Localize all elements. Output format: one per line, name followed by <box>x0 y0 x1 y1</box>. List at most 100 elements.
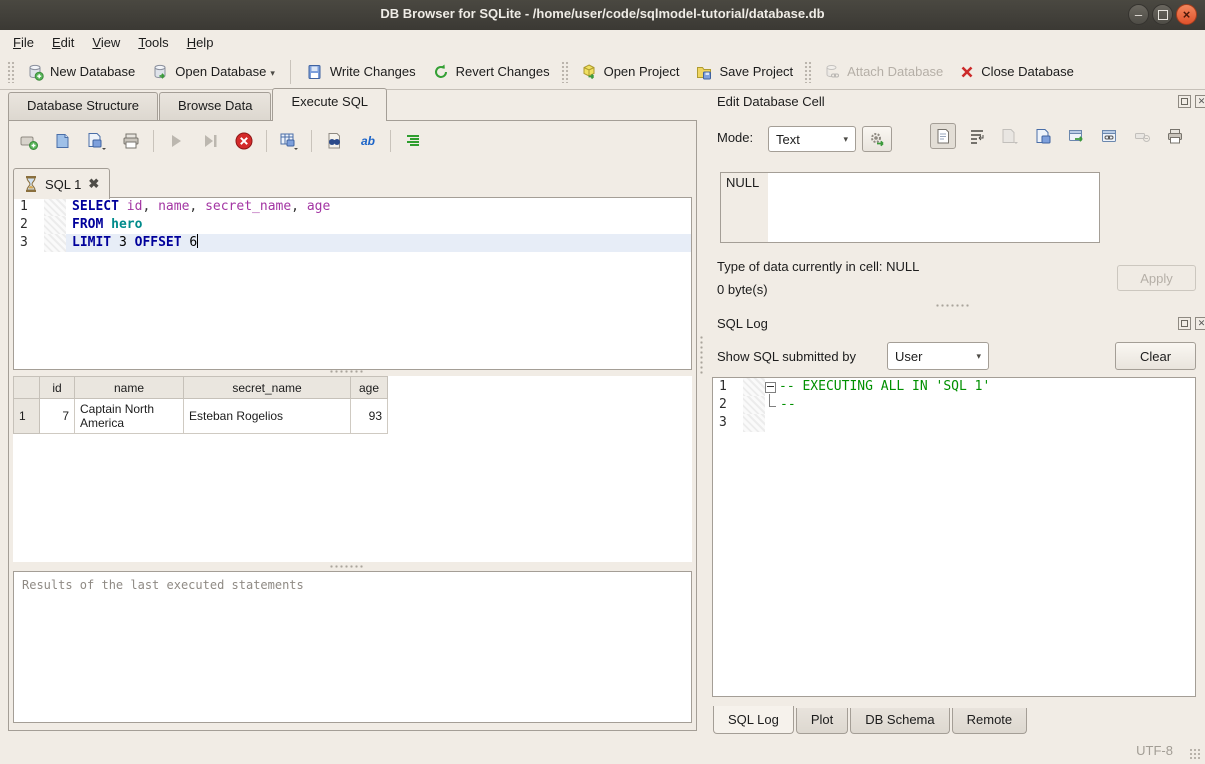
dock-horizontal-splitter[interactable] <box>935 303 971 309</box>
menubar: File Edit View Tools Help <box>0 30 1205 54</box>
float-panel-icon[interactable] <box>1178 317 1191 330</box>
tab-db-schema[interactable]: DB Schema <box>850 708 949 734</box>
menu-help[interactable]: Help <box>178 32 223 53</box>
set-null-icon[interactable] <box>1130 124 1154 148</box>
toolbar-drag-handle[interactable] <box>7 61 15 83</box>
cell-name[interactable]: Captain North America <box>75 399 184 434</box>
sql-editor-tab[interactable]: SQL 1 ✖ <box>13 168 110 199</box>
editor-line-2[interactable]: 2 FROM hero <box>14 216 691 234</box>
cell-editor-title: Edit Database Cell <box>717 94 825 109</box>
column-header-name[interactable]: name <box>75 377 184 399</box>
write-changes-button[interactable]: Write Changes <box>298 58 424 86</box>
titlebar[interactable]: DB Browser for SQLite - /home/user/code/… <box>0 0 1205 31</box>
revert-changes-button[interactable]: Revert Changes <box>424 58 558 86</box>
cell-id[interactable]: 7 <box>40 399 75 434</box>
find-icon[interactable] <box>322 129 346 153</box>
execution-message-area[interactable]: Results of the last executed statements <box>13 571 692 723</box>
line-number: 2 <box>14 216 44 234</box>
tab-execute-sql[interactable]: Execute SQL <box>272 88 387 121</box>
word-wrap-icon[interactable] <box>965 124 989 148</box>
format-sql-icon[interactable] <box>401 129 425 153</box>
save-project-button[interactable]: Save Project <box>687 58 801 86</box>
import-cell-data-icon[interactable] <box>998 124 1022 148</box>
print-sql-icon[interactable] <box>119 129 143 153</box>
hourglass-icon <box>24 176 38 192</box>
attach-database-button[interactable]: Attach Database <box>815 58 951 86</box>
open-project-icon <box>580 63 598 81</box>
print-cell-icon[interactable] <box>1163 124 1187 148</box>
open-project-button[interactable]: Open Project <box>572 58 688 86</box>
sql-code-editor[interactable]: 1 SELECT id, name, secret_name, age 2 FR… <box>13 197 692 370</box>
export-cell-data-icon[interactable] <box>1031 124 1055 148</box>
editor-line-3-current[interactable]: 3 LIMIT 3 OFFSET 6 <box>14 234 691 252</box>
tab-browse-data[interactable]: Browse Data <box>159 92 271 121</box>
clear-log-button[interactable]: Clear <box>1115 342 1196 370</box>
log-filter-select[interactable]: User ▾ <box>887 342 989 370</box>
cell-size-info: 0 byte(s) <box>717 282 768 297</box>
table-message-splitter[interactable] <box>329 564 365 570</box>
close-sql-tab-icon[interactable]: ✖ <box>88 176 99 192</box>
tab-sql-log[interactable]: SQL Log <box>713 706 794 734</box>
float-panel-icon[interactable] <box>1178 95 1191 108</box>
sql-tab-label: SQL 1 <box>45 177 81 192</box>
open-database-button[interactable]: Open Database ▾ <box>143 58 283 86</box>
stop-execution-icon[interactable] <box>232 129 256 153</box>
results-header-row: id name secret_name age <box>14 377 388 399</box>
app-window: DB Browser for SQLite - /home/user/code/… <box>0 0 1205 764</box>
menu-view[interactable]: View <box>83 32 129 53</box>
cell-editor-dock-controls: ✕ <box>1178 95 1205 108</box>
open-in-external-icon[interactable] <box>1064 124 1088 148</box>
close-panel-icon[interactable]: ✕ <box>1195 317 1205 330</box>
menu-file[interactable]: File <box>4 32 43 53</box>
column-header-secret-name[interactable]: secret_name <box>184 377 351 399</box>
resize-grip[interactable] <box>1189 748 1201 760</box>
row-number-header[interactable] <box>14 377 40 399</box>
copy-link-icon[interactable] <box>1097 124 1121 148</box>
row-number-cell[interactable]: 1 <box>14 399 40 434</box>
main-vertical-splitter[interactable] <box>699 335 705 375</box>
toolbar-drag-handle[interactable] <box>561 61 569 83</box>
cell-value-text: NULL <box>721 173 768 242</box>
close-database-button[interactable]: Close Database <box>951 59 1082 85</box>
tab-database-structure[interactable]: Database Structure <box>8 92 158 121</box>
tab-remote[interactable]: Remote <box>952 708 1028 734</box>
cell-secret-name[interactable]: Esteban Rogelios <box>184 399 351 434</box>
write-changes-icon <box>306 63 324 81</box>
cell-age[interactable]: 93 <box>351 399 388 434</box>
menu-edit[interactable]: Edit <box>43 32 83 53</box>
execute-sql-panel: ab SQL 1 ✖ 1 SELECT id, name, secret_nam… <box>8 120 697 731</box>
apply-button[interactable]: Apply <box>1117 265 1196 291</box>
tab-plot[interactable]: Plot <box>796 708 848 734</box>
auto-switch-mode-button[interactable] <box>862 126 892 152</box>
column-header-id[interactable]: id <box>40 377 75 399</box>
fold-connector <box>769 394 776 407</box>
editor-table-splitter[interactable] <box>329 369 365 375</box>
close-icon[interactable]: × <box>1176 4 1197 25</box>
chevron-down-icon: ▾ <box>843 134 848 145</box>
execute-sql-icon[interactable] <box>164 129 188 153</box>
fold-collapse-icon[interactable] <box>765 382 776 393</box>
table-row: 1 7 Captain North America Esteban Rogeli… <box>14 399 388 434</box>
close-panel-icon[interactable]: ✕ <box>1195 95 1205 108</box>
export-results-icon[interactable] <box>277 129 301 153</box>
open-database-dropdown-icon[interactable]: ▾ <box>270 68 275 81</box>
cell-value-editor[interactable]: NULL <box>720 172 1100 243</box>
cell-value-content[interactable] <box>768 173 1099 242</box>
execute-line-icon[interactable] <box>198 129 222 153</box>
column-header-age[interactable]: age <box>351 377 388 399</box>
maximize-icon[interactable] <box>1152 4 1173 25</box>
save-sql-file-icon[interactable] <box>85 129 109 153</box>
autocomplete-icon[interactable]: ab <box>356 129 380 153</box>
new-database-button[interactable]: New Database <box>18 58 143 86</box>
editor-line-1[interactable]: 1 SELECT id, name, secret_name, age <box>14 198 691 216</box>
new-sql-tab-icon[interactable] <box>17 129 41 153</box>
log-line-1: 1 -- EXECUTING ALL IN 'SQL 1' <box>713 378 1195 396</box>
log-line-3: 3 <box>713 414 1195 432</box>
menu-tools[interactable]: Tools <box>129 32 177 53</box>
sql-log-view[interactable]: 1 -- EXECUTING ALL IN 'SQL 1' 2 -- 3 <box>712 377 1196 697</box>
text-mode-icon[interactable] <box>930 123 956 149</box>
minimize-icon[interactable]: – <box>1128 4 1149 25</box>
cell-mode-select[interactable]: Text ▾ <box>768 126 856 152</box>
toolbar-drag-handle[interactable] <box>804 61 812 83</box>
open-sql-file-icon[interactable] <box>51 129 75 153</box>
